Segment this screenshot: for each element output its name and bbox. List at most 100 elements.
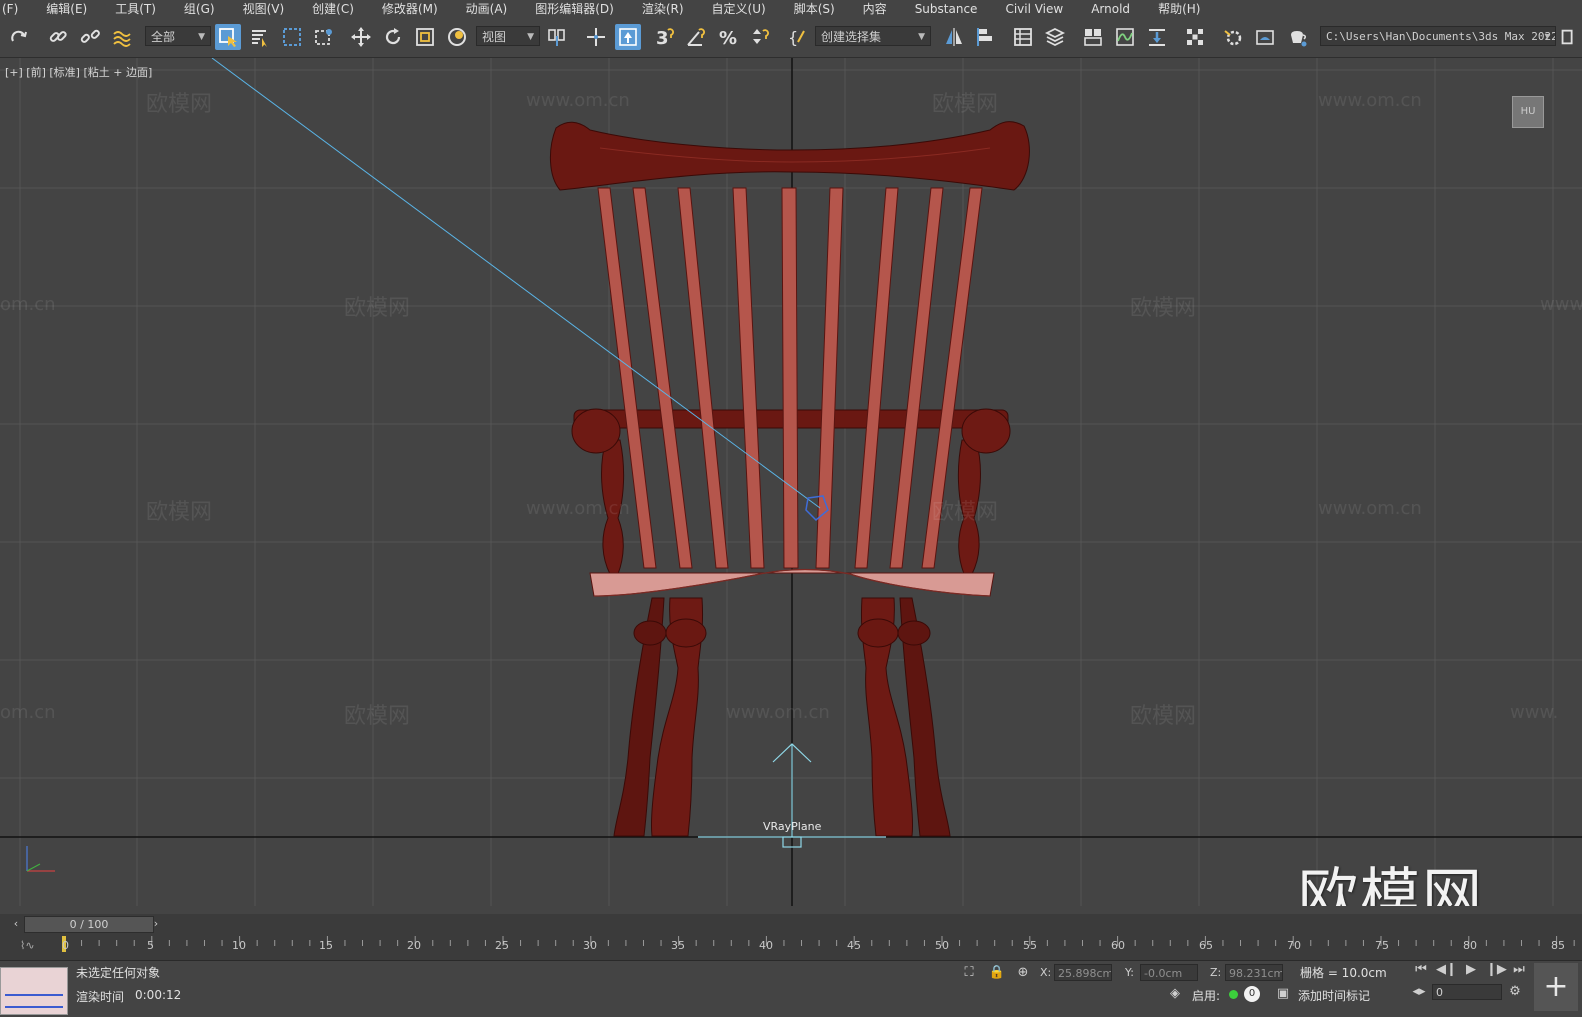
align-icon[interactable] [973, 24, 999, 50]
menu-customize[interactable]: 自定义(U) [698, 0, 780, 19]
window-crossing-icon[interactable] [311, 24, 337, 50]
play-icon[interactable]: ▶ [1462, 961, 1480, 979]
viewport-label[interactable]: [+] [前] [标准] [粘土 + 边面] [5, 64, 152, 80]
menu-modifiers[interactable]: 修改器(M) [368, 0, 452, 19]
percent-snap-icon[interactable]: % [715, 24, 741, 50]
tick-label: 55 [1023, 939, 1037, 952]
previous-frame-arrow-icon[interactable]: ‹ [10, 916, 22, 931]
link-icon[interactable] [45, 24, 71, 50]
menu-help[interactable]: 帮助(H) [1144, 0, 1214, 19]
keyboard-shortcut-override-icon[interactable] [615, 24, 641, 50]
render-time-label: 渲染时间 [76, 990, 125, 1004]
watermark: 欧模网 [1130, 704, 1197, 729]
go-to-end-icon[interactable]: ⏭ [1510, 961, 1528, 979]
select-object-icon[interactable] [215, 24, 241, 50]
time-tag-icon[interactable]: ▣ [1274, 985, 1292, 1003]
watermark: om.cn [0, 294, 56, 315]
watermark: 欧模网 [344, 296, 411, 321]
mirror-icon[interactable] [941, 24, 967, 50]
menu-animation[interactable]: 动画(A) [452, 0, 522, 19]
move-icon[interactable] [348, 24, 374, 50]
front-viewport[interactable]: [+] [前] [标准] [粘土 + 边面] HU VRayPlane 欧模网 … [0, 58, 1582, 906]
menu-civil-view[interactable]: Civil View [991, 0, 1077, 19]
render-setup-icon[interactable] [1220, 24, 1246, 50]
material-editor-icon[interactable] [1182, 24, 1208, 50]
selection-filter-dropdown[interactable]: 全部 ▼ [145, 26, 211, 46]
angle-snap-icon[interactable] [683, 24, 709, 50]
current-frame-field[interactable]: 0 [1432, 984, 1502, 1000]
menu-edit[interactable]: 编辑(E) [32, 0, 101, 19]
previous-key-icon[interactable]: ◀❙ [1436, 961, 1457, 979]
menu-substance[interactable]: Substance [901, 0, 992, 19]
redo-icon[interactable] [6, 24, 32, 50]
tick-label: 45 [847, 939, 861, 952]
menu-group[interactable]: 组(G) [170, 0, 229, 19]
select-by-name-icon[interactable] [247, 24, 273, 50]
menu-file[interactable]: (F) [0, 0, 32, 19]
watermark: 欧模网 [344, 704, 411, 729]
tick-label: 25 [495, 939, 509, 952]
tick-label: 80 [1463, 939, 1477, 952]
add-time-tag-button[interactable]: 添加时间标记 [1298, 987, 1370, 1004]
select-manipulate-icon[interactable] [583, 24, 609, 50]
toggle-scene-explorer-icon[interactable] [1010, 24, 1036, 50]
rotate-icon[interactable] [380, 24, 406, 50]
render-production-icon[interactable] [1284, 24, 1310, 50]
scale-icon[interactable] [412, 24, 438, 50]
x-coordinate-field[interactable]: 25.898cm [1054, 964, 1112, 981]
menu-arnold[interactable]: Arnold [1077, 0, 1144, 19]
isolate-selection-icon[interactable]: ⛶ [960, 964, 978, 982]
maxscript-mini-listener[interactable] [0, 967, 68, 1015]
edit-named-selection-icon[interactable]: { [785, 24, 811, 50]
brand-watermark-logo: 欧模网 [1298, 862, 1484, 906]
absolute-transform-icon[interactable]: ⊕ [1014, 964, 1032, 982]
enable-label: 启用: [1192, 989, 1221, 1003]
z-coordinate-field[interactable]: 98.231cm [1225, 964, 1283, 981]
named-selection-dropdown[interactable]: 创建选择集 ▼ [815, 26, 931, 46]
track-bar[interactable]: ⌇∿ 0 5 10 15 20 25 30 35 40 45 50 55 60 … [0, 934, 1582, 961]
toggle-layer-explorer-icon[interactable] [1042, 24, 1068, 50]
menu-tools[interactable]: 工具(T) [101, 0, 170, 19]
tick-label: 30 [583, 939, 597, 952]
rectangular-selection-icon[interactable] [279, 24, 305, 50]
chair-model [549, 121, 1030, 837]
axis-tripod-icon [26, 846, 55, 872]
pivot-center-icon[interactable] [544, 24, 570, 50]
menu-scripting[interactable]: 脚本(S) [780, 0, 849, 19]
render-time-value: 0:00:12 [135, 988, 182, 1002]
unlink-icon[interactable] [77, 24, 103, 50]
project-path-dropdown[interactable]: C:\Users\Han\Documents\3ds Max 2022 ▼ [1320, 26, 1556, 46]
create-panel-plus-icon[interactable]: + [1534, 963, 1578, 1011]
time-slider[interactable]: ‹ 0 / 100 › [0, 914, 1582, 934]
menu-content[interactable]: 内容 [849, 0, 901, 19]
menu-views[interactable]: 视图(V) [229, 0, 299, 19]
enable-count-badge[interactable]: 0 [1244, 986, 1260, 1002]
next-frame-arrow-icon[interactable]: › [150, 916, 162, 931]
bind-space-warp-icon[interactable] [109, 24, 135, 50]
adaptive-degradation-icon[interactable]: ◈ [1166, 985, 1184, 1003]
frame-spinner-icon[interactable]: ◂▸ [1410, 983, 1428, 1001]
lock-selection-icon[interactable]: 🔒 [988, 964, 1006, 982]
tick-label: 70 [1287, 939, 1301, 952]
curve-editor-icon[interactable] [1112, 24, 1138, 50]
rendered-frame-window-icon[interactable] [1252, 24, 1278, 50]
place-icon[interactable] [444, 24, 470, 50]
time-configuration-icon[interactable]: ⚙ [1506, 983, 1524, 1001]
go-to-start-icon[interactable]: ⏮ [1412, 961, 1430, 979]
watermark: 欧模网 [146, 92, 213, 117]
toggle-ribbon-icon[interactable] [1080, 24, 1106, 50]
y-coordinate-field[interactable]: -0.0cm [1140, 964, 1198, 981]
menu-create[interactable]: 创建(C) [298, 0, 368, 19]
tick-label: 75 [1375, 939, 1389, 952]
schematic-view-icon[interactable] [1144, 24, 1170, 50]
menu-rendering[interactable]: 渲染(R) [628, 0, 698, 19]
snaps-toggle-icon[interactable]: 3 [651, 24, 677, 50]
project-folder-icon[interactable] [1558, 24, 1578, 50]
next-key-icon[interactable]: ❙▶ [1486, 961, 1507, 979]
spinner-snap-icon[interactable] [747, 24, 773, 50]
time-slider-thumb[interactable]: 0 / 100 [24, 916, 154, 933]
reference-coordinate-dropdown[interactable]: 视图 ▼ [476, 26, 540, 46]
menu-graph-editors[interactable]: 图形编辑器(D) [521, 0, 628, 19]
viewcube[interactable]: HU [1512, 96, 1544, 128]
vrayplane-label: VRayPlane [763, 820, 822, 833]
